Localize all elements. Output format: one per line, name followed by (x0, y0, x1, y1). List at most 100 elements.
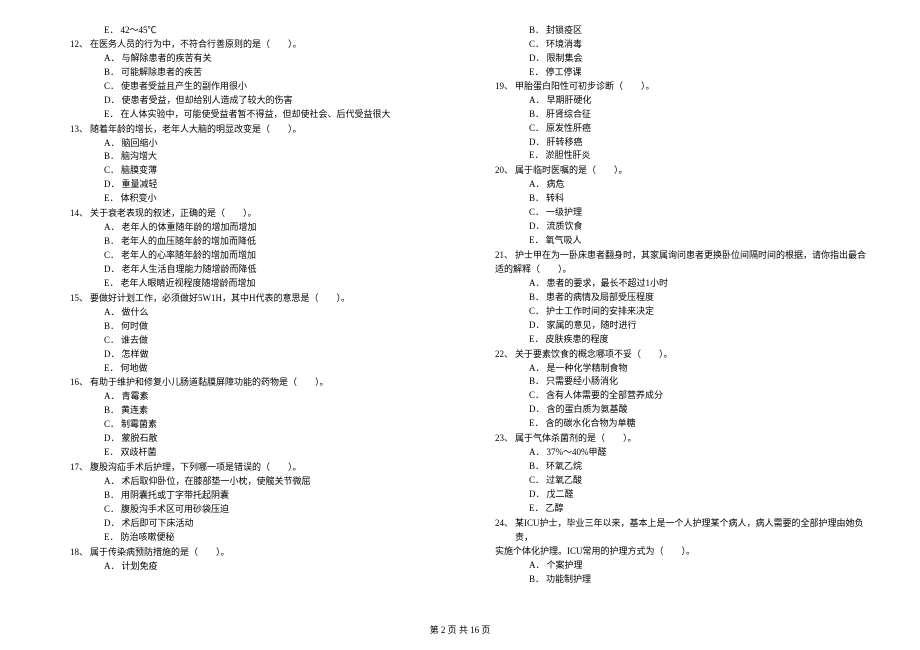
option-label: B． (104, 235, 119, 249)
option-label: C． (529, 122, 544, 136)
option: A．术后取仰卧位，在膝部垫一小枕，使髋关节微屈 (104, 475, 455, 489)
option-text: 黄连素 (121, 404, 148, 418)
option: C．脑膜变薄 (104, 164, 455, 178)
option: E．乙醇 (529, 502, 880, 516)
question: 19、甲胎蛋白阳性可初步诊断（ ）。A．早期肝硬化B．肝肾综合征C．原发性肝癌D… (495, 80, 880, 164)
option: D．含的蛋白质为氨基酸 (529, 403, 880, 417)
option-label: D． (104, 432, 120, 446)
option-text: 戊二醛 (547, 488, 574, 502)
option-text: 环氧乙烷 (546, 460, 582, 474)
question-text: 要做好计划工作，必须做好5W1H，其中H代表的意思是（ ）。 (90, 292, 350, 306)
question-text: 甲胎蛋白阳性可初步诊断（ ）。 (515, 80, 655, 94)
option: B．环氧乙烷 (529, 460, 880, 474)
option-text: 早期肝硬化 (547, 94, 592, 108)
option-text: 42～45℃ (121, 24, 157, 38)
option: E．体积变小 (104, 192, 455, 206)
option: B．功能制护理 (529, 573, 880, 587)
option-text: 蒙脱石散 (122, 432, 158, 446)
question: 24、某ICU护士，毕业三年以来，基本上是一个人护理某个病人，病人需要的全部护理… (495, 517, 880, 587)
option: E．淤胆性肝炎 (529, 149, 880, 163)
option-text: 肝肾综合征 (546, 108, 591, 122)
option-label: A． (104, 475, 120, 489)
question-number: 14、 (70, 207, 88, 221)
option-label: D． (529, 319, 545, 333)
question-text: 关于要素饮食的概念哪项不妥（ ）。 (515, 348, 673, 362)
question-stem: 17、腹股沟疝手术后护理，下列哪一项是错误的（ ）。 (70, 461, 455, 475)
option-label: B． (529, 108, 544, 122)
question-text: 属于气体杀菌剂的是（ ）。 (515, 432, 637, 446)
option: D．限制集会 (529, 52, 880, 66)
question-text-cont: 适的解释（ ）。 (495, 263, 880, 277)
option-label: E． (104, 446, 119, 460)
options: A．青霉素B．黄连素C．制霉菌素D．蒙脱石散E．双歧杆菌 (104, 390, 455, 460)
option: B．脑沟增大 (104, 150, 455, 164)
option-label: C． (529, 389, 544, 403)
option-text: 是一种化学精制食物 (547, 362, 628, 376)
option-text: 在人体实验中，可能使受益者暂不得益，但却使社会、后代受益很大 (121, 108, 391, 122)
option-text: 氧气吸人 (546, 234, 582, 248)
option: B．黄连素 (104, 404, 455, 418)
option-text: 谁去做 (121, 334, 148, 348)
option-label: A． (104, 137, 120, 151)
option-text: 体积变小 (121, 192, 157, 206)
question: 18、属于传染病预防措施的是（ ）。A．计划免疫 (70, 546, 455, 574)
option-text: 使患者受益且产生的副作用很小 (121, 80, 247, 94)
option: C．过氧乙酸 (529, 474, 880, 488)
question-stem: 20、属于临时医嘱的是（ ）。 (495, 164, 880, 178)
page-body: E． 42～45℃ 12、在医务人员的行为中，不符合行善原则的是（ ）。A．与解… (0, 0, 920, 618)
option: B．只需要经小肠消化 (529, 375, 880, 389)
question-text: 关于衰老表现的叙述，正确的是（ ）。 (90, 207, 257, 221)
option-text: 与解除患者的疾苦有关 (122, 52, 212, 66)
option-text: 封锁疫区 (546, 24, 582, 38)
option: E． 42～45℃ (104, 24, 455, 38)
question-stem: 21、护士甲在为一卧床患者翻身时，其家属询问患者更换卧位间隔时间的根据，请你指出… (495, 249, 880, 263)
question: 12、在医务人员的行为中，不符合行善原则的是（ ）。A．与解除患者的疾苦有关B．… (70, 38, 455, 122)
option: D．家属的意见，随时进行 (529, 319, 880, 333)
option: C．谁去做 (104, 334, 455, 348)
option: E．老年人眼睛近视程度随增龄而增加 (104, 277, 455, 291)
option-label: B． (104, 404, 119, 418)
question-text-cont: 实施个体化护理。ICU常用的护理方式为（ ）。 (495, 545, 880, 559)
option-text: 限制集会 (547, 52, 583, 66)
option-text: 脑沟增大 (121, 150, 157, 164)
option: C．环境消毒 (529, 38, 880, 52)
option: E．在人体实验中，可能使受益者暂不得益，但却使社会、后代受益很大 (104, 108, 455, 122)
option: C．一级护理 (529, 206, 880, 220)
option-label: A． (529, 277, 545, 291)
option: E．含的碳水化合物为单糖 (529, 417, 880, 431)
option: A．个案护理 (529, 559, 880, 573)
option: B．转科 (529, 192, 880, 206)
option-label: A． (529, 559, 545, 573)
option-label: D． (104, 178, 120, 192)
option: A．做什么 (104, 306, 455, 320)
option-label: C． (529, 38, 544, 52)
question-number: 21、 (495, 249, 513, 263)
question-stem: 23、属于气体杀菌剂的是（ ）。 (495, 432, 880, 446)
option-text: 护士工作时间的安排来决定 (546, 305, 654, 319)
question-stem: 15、要做好计划工作，必须做好5W1H，其中H代表的意思是（ ）。 (70, 292, 455, 306)
option-label: D． (529, 488, 545, 502)
option: A．37%～40%甲醛 (529, 446, 880, 460)
option: B．患者的病情及局部受压程度 (529, 291, 880, 305)
prev-question-tail: B．封锁疫区C．环境消毒D．限制集会E．停工停课 (529, 24, 880, 80)
option-text: 老年人眼睛近视程度随增龄而增加 (121, 277, 256, 291)
option-text: 老年人的心率随年龄的增加而增加 (121, 249, 256, 263)
option-text: 老年人的体重随年龄的增加而增加 (122, 221, 257, 235)
option-text: 用阴囊托或丁字带托起阴囊 (121, 489, 229, 503)
option-label: D． (104, 263, 120, 277)
option-text: 脑膜变薄 (121, 164, 157, 178)
option: D．使患者受益，但却给别人造成了较大的伤害 (104, 94, 455, 108)
question-stem: 22、关于要素饮食的概念哪项不妥（ ）。 (495, 348, 880, 362)
option: B．封锁疫区 (529, 24, 880, 38)
option-label: C． (104, 80, 119, 94)
option-label: E． (104, 108, 119, 122)
question-stem: 24、某ICU护士，毕业三年以来，基本上是一个人护理某个病人，病人需要的全部护理… (495, 517, 880, 545)
option-label: B． (104, 489, 119, 503)
question-text: 属于临时医嘱的是（ ）。 (515, 164, 628, 178)
option-text: 腹股沟手术区可用砂袋压迫 (121, 503, 229, 517)
options: A．个案护理B．功能制护理 (529, 559, 880, 587)
option-text: 老年人的血压随年龄的增加而降低 (121, 235, 256, 249)
option: C．原发性肝癌 (529, 122, 880, 136)
option-label: A． (529, 178, 545, 192)
option-text: 计划免疫 (122, 560, 158, 574)
